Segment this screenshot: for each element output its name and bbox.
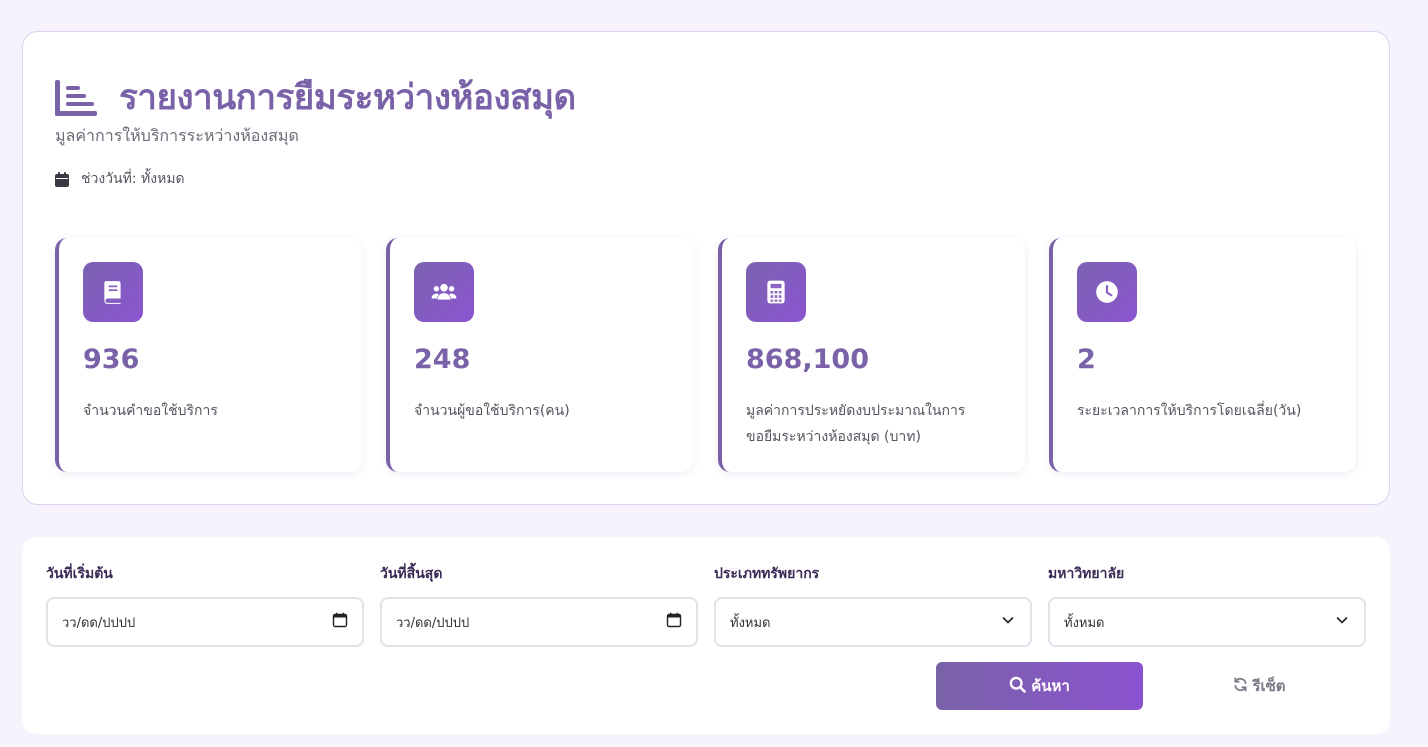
stat-card-savings: 868,100 มูลค่าการประหยัดงบประมาณในการขอย…	[718, 238, 1025, 472]
title-row: รายงานการยืมระหว่างห้องสมุด	[55, 70, 576, 125]
chevron-down-icon	[1000, 612, 1016, 632]
date-range-info: ช่วงวันที่: ทั้งหมด	[55, 168, 185, 190]
calendar-picker-icon[interactable]	[666, 612, 682, 632]
refresh-icon	[1233, 677, 1252, 696]
stat-value: 868,100	[746, 344, 869, 375]
end-date-input[interactable]: วว/ดด/ปปปป	[380, 597, 698, 647]
page-subtitle: มูลค่าการให้บริการระหว่างห้องสมุด	[55, 126, 299, 145]
start-date-field: วันที่เริ่มต้น วว/ดด/ปปปป	[46, 563, 364, 647]
university-value: ทั้งหมด	[1064, 615, 1105, 631]
reset-button[interactable]: รีเซ็ต	[1156, 662, 1363, 710]
university-label: มหาวิทยาลัย	[1048, 566, 1125, 582]
page-title: รายงานการยืมระหว่างห้องสมุด	[119, 78, 576, 118]
search-button-label: ค้นหา	[1031, 677, 1070, 695]
start-date-input[interactable]: วว/ดด/ปปปป	[46, 597, 364, 647]
resource-type-label: ประเภททรัพยากร	[714, 566, 820, 582]
university-select[interactable]: ทั้งหมด	[1048, 597, 1366, 647]
stat-value: 248	[414, 344, 471, 375]
stat-label: ระยะเวลาการให้บริการโดยเฉลี่ย(วัน)	[1077, 403, 1302, 419]
stat-label: จำนวนคำขอใช้บริการ	[83, 403, 218, 419]
users-icon	[414, 262, 474, 322]
start-date-value: วว/ดด/ปปปป	[62, 615, 136, 631]
stat-card-users: 248 จำนวนผู้ขอใช้บริการ(คน)	[386, 238, 693, 472]
search-icon	[1009, 676, 1031, 697]
stat-card-duration: 2 ระยะเวลาการให้บริการโดยเฉลี่ย(วัน)	[1049, 238, 1356, 472]
list-icon	[55, 79, 97, 116]
calendar-picker-icon[interactable]	[332, 612, 348, 632]
chevron-down-icon	[1334, 612, 1350, 632]
end-date-field: วันที่สิ้นสุด วว/ดด/ปปปป	[380, 563, 698, 647]
clock-icon	[1077, 262, 1137, 322]
resource-type-select[interactable]: ทั้งหมด	[714, 597, 1032, 647]
date-range-text: ช่วงวันที่: ทั้งหมด	[81, 171, 185, 187]
start-date-label: วันที่เริ่มต้น	[46, 566, 113, 582]
filter-panel: วันที่เริ่มต้น วว/ดด/ปปปป วันที่สิ้นสุด …	[22, 537, 1390, 734]
stat-label: มูลค่าการประหยัดงบประมาณในการขอยืมระหว่า…	[746, 403, 966, 445]
resource-type-value: ทั้งหมด	[730, 615, 771, 631]
calculator-icon	[746, 262, 806, 322]
resource-type-field: ประเภททรัพยากร ทั้งหมด	[714, 563, 1032, 647]
report-header-card: รายงานการยืมระหว่างห้องสมุด มูลค่าการให้…	[22, 31, 1390, 505]
stat-card-requests: 936 จำนวนคำขอใช้บริการ	[55, 238, 362, 472]
stat-value: 936	[83, 344, 140, 375]
university-field: มหาวิทยาลัย ทั้งหมด	[1048, 563, 1366, 647]
search-button[interactable]: ค้นหา	[936, 662, 1143, 710]
end-date-value: วว/ดด/ปปปป	[396, 615, 470, 631]
stat-value: 2	[1077, 344, 1096, 375]
stat-label: จำนวนผู้ขอใช้บริการ(คน)	[414, 403, 570, 419]
book-icon	[83, 262, 143, 322]
end-date-label: วันที่สิ้นสุด	[380, 566, 443, 582]
calendar-icon	[55, 171, 69, 187]
reset-button-label: รีเซ็ต	[1252, 677, 1286, 695]
